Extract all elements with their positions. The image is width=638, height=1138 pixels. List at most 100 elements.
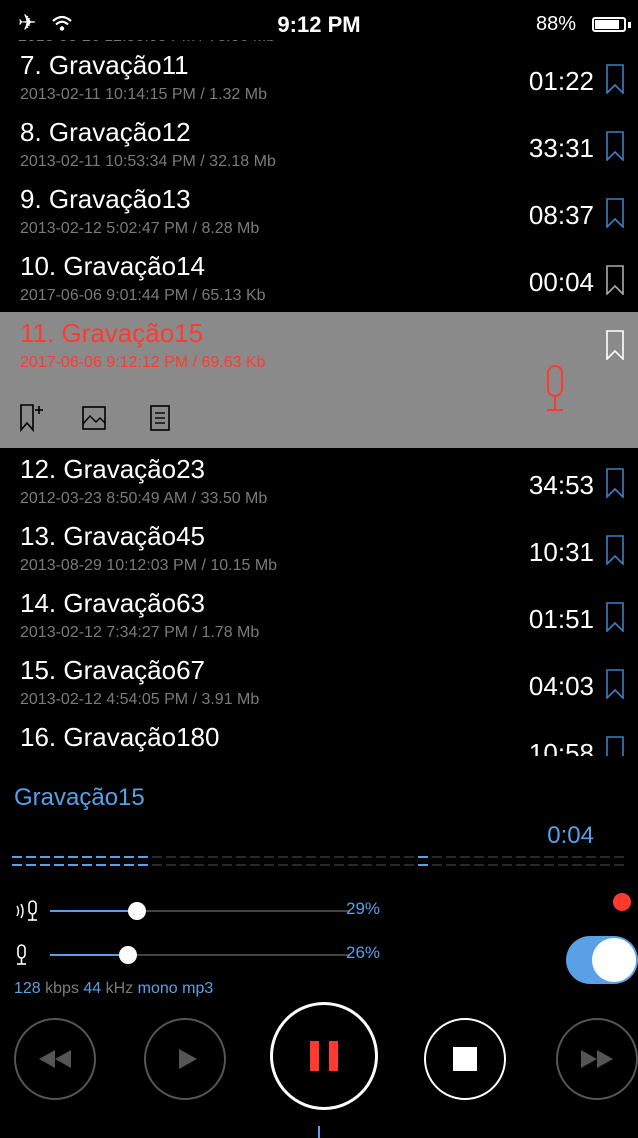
progress-dash — [348, 856, 358, 858]
slider-knob[interactable] — [128, 902, 146, 920]
recording-duration: 00:04 — [528, 267, 594, 297]
recordings-list[interactable]: 7. Gravação11 2013-02-11 10:14:15 PM / 1… — [0, 44, 638, 756]
bookmark-icon[interactable] — [606, 131, 624, 161]
play-button[interactable] — [144, 1018, 226, 1100]
microphone-icon[interactable] — [540, 364, 570, 416]
progress-dash — [110, 864, 120, 866]
list-item[interactable]: 10. Gravação14 2017-06-06 9:01:44 PM / 6… — [0, 245, 638, 312]
bitrate-unit: kbps — [45, 980, 79, 997]
image-icon[interactable] — [82, 404, 106, 432]
progress-dash — [432, 864, 442, 866]
progress-dash — [26, 864, 36, 866]
bookmark-icon[interactable] — [606, 330, 624, 360]
recording-duration: 10:31 — [528, 537, 594, 567]
monitor-toggle[interactable] — [566, 936, 638, 984]
list-item[interactable]: 14. Gravação63 2013-02-12 7:34:27 PM / 1… — [0, 582, 638, 649]
notes-icon[interactable] — [148, 404, 172, 432]
progress-dash — [82, 856, 92, 858]
recording-meta: 2013-08-29 10:12:03 PM / 10.15 Mb — [20, 557, 278, 574]
recording-meta: 2013-02-12 7:34:27 PM / 1.78 Mb — [20, 624, 260, 641]
progress-dash — [306, 856, 316, 858]
bookmark-icon[interactable] — [606, 669, 624, 699]
progress-dash — [54, 864, 64, 866]
bookmark-icon[interactable] — [606, 468, 624, 498]
scroll-indicator — [318, 1126, 320, 1138]
progress-dash — [502, 864, 512, 866]
sample-rate-value: 44 — [83, 980, 102, 997]
progress-dash — [208, 864, 218, 866]
bookmark-icon[interactable] — [606, 736, 624, 756]
recording-duration: 34:53 — [528, 470, 594, 500]
progress-dash — [614, 864, 624, 866]
fast-forward-button[interactable] — [556, 1018, 638, 1100]
list-item-selected[interactable]: 11. Gravação15 2017-06-06 9:12:12 PM / 6… — [0, 312, 638, 448]
progress-dash — [68, 864, 78, 866]
pause-button[interactable] — [270, 1002, 378, 1110]
list-item[interactable]: 8. Gravação12 2013-02-11 10:53:34 PM / 3… — [0, 111, 638, 178]
slider-track[interactable] — [50, 902, 350, 920]
progress-dash — [222, 856, 232, 858]
progress-dash — [376, 864, 386, 866]
progress-dash — [362, 856, 372, 858]
progress-dash — [390, 864, 400, 866]
progress-dash — [488, 856, 498, 858]
bookmark-add-icon[interactable] — [20, 404, 44, 432]
list-item[interactable]: 7. Gravação11 2013-02-11 10:14:15 PM / 1… — [0, 44, 638, 111]
progress-dash — [334, 856, 344, 858]
list-item[interactable]: 13. Gravação45 2013-08-29 10:12:03 PM / … — [0, 515, 638, 582]
slider-knob[interactable] — [119, 946, 137, 964]
bookmark-icon[interactable] — [606, 64, 624, 94]
stop-button[interactable] — [424, 1018, 506, 1100]
progress-dash — [264, 856, 274, 858]
progress-dash — [208, 856, 218, 858]
list-item[interactable]: 12. Gravação23 2012-03-23 8:50:49 AM / 3… — [0, 448, 638, 515]
playback-progress-bar[interactable] — [12, 852, 626, 872]
recording-name: 16. Gravação180 — [20, 722, 220, 752]
recording-meta: 2013-02-12 5:02:47 PM / 8.28 Mb — [20, 220, 260, 237]
progress-dash — [530, 856, 540, 858]
progress-dash — [124, 856, 134, 858]
progress-dash — [82, 864, 92, 866]
progress-dash — [138, 864, 148, 866]
input-level-value: 29% — [346, 899, 381, 918]
progress-dash — [12, 856, 22, 858]
progress-dash — [558, 864, 568, 866]
play-icon — [179, 1049, 197, 1069]
progress-dash — [180, 856, 190, 858]
list-item[interactable]: 16. Gravação180 10:58 — [0, 716, 638, 756]
bookmark-icon[interactable] — [606, 602, 624, 632]
progress-dash — [572, 864, 582, 866]
rewind-button[interactable] — [14, 1018, 96, 1100]
progress-dash — [390, 856, 400, 858]
progress-dash — [376, 856, 386, 858]
recording-name: 11. Gravação15 — [20, 318, 204, 348]
bookmark-icon[interactable] — [606, 198, 624, 228]
progress-dash — [222, 864, 232, 866]
slider-track[interactable] — [50, 946, 350, 964]
bookmark-icon[interactable] — [606, 265, 624, 295]
progress-dash — [488, 864, 498, 866]
progress-dash — [138, 856, 148, 858]
recording-duration: 08:37 — [528, 200, 594, 230]
progress-dash — [250, 864, 260, 866]
list-item[interactable]: 9. Gravação13 2013-02-12 5:02:47 PM / 8.… — [0, 178, 638, 245]
progress-dash — [530, 864, 540, 866]
recording-meta: 2012-03-23 8:50:49 AM / 33.50 Mb — [20, 490, 268, 507]
input-level-slider[interactable]: 29% — [14, 896, 634, 926]
now-playing-title: Gravação15 — [14, 784, 145, 811]
progress-dash — [236, 864, 246, 866]
progress-dash — [600, 856, 610, 858]
progress-dash — [306, 864, 316, 866]
recording-name: 7. Gravação11 — [20, 50, 189, 80]
progress-dash — [152, 864, 162, 866]
bookmark-icon[interactable] — [606, 535, 624, 565]
progress-dash — [68, 856, 78, 858]
progress-dash — [194, 856, 204, 858]
progress-dash — [586, 856, 596, 858]
progress-dash — [124, 864, 134, 866]
mic-gain-slider[interactable]: 26% — [14, 940, 634, 970]
progress-dash — [558, 856, 568, 858]
recording-meta: 2013-02-11 10:53:34 PM / 32.18 Mb — [20, 153, 276, 170]
list-item[interactable]: 15. Gravação67 2013-02-12 4:54:05 PM / 3… — [0, 649, 638, 716]
status-bar: ✈ 9:12 PM 88% — [0, 0, 638, 40]
